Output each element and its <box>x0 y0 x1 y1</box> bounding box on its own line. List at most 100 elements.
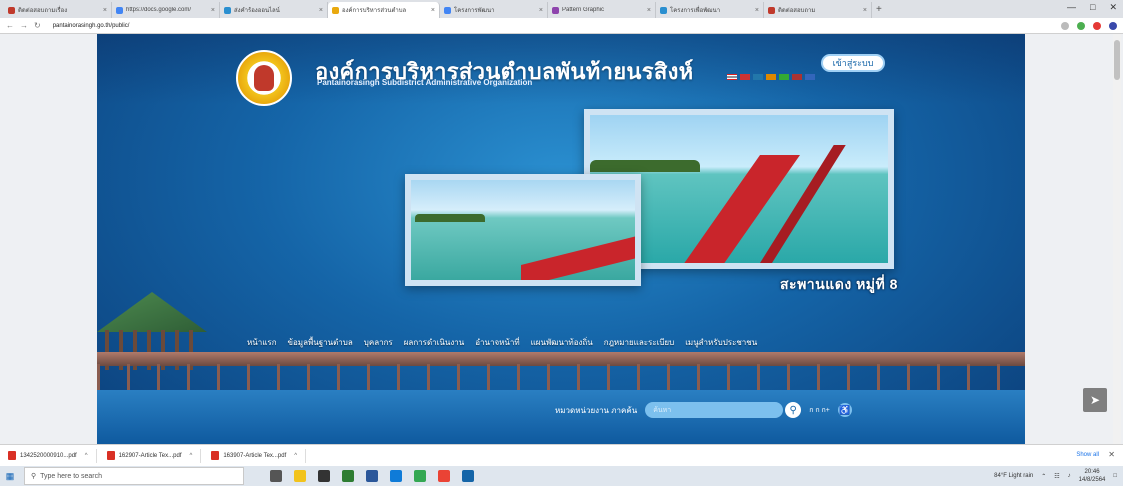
word-icon[interactable] <box>366 470 378 482</box>
download-menu-chevron-icon[interactable]: ^ <box>85 453 88 459</box>
browser-tab[interactable]: ส่งคำร้องออนไลน์ × <box>220 2 328 18</box>
browser-tab[interactable]: โครงการเพื่อพัฒนา × <box>656 2 764 18</box>
tab-close-icon[interactable]: × <box>431 7 435 14</box>
minimize-icon[interactable]: — <box>1067 2 1076 13</box>
pier-railing <box>97 364 1025 390</box>
windows-start-icon[interactable]: ▦ <box>2 466 18 486</box>
flag-icon[interactable] <box>753 74 763 80</box>
nav-item[interactable]: ข้อมูลพื้นฐานตำบล <box>288 336 353 349</box>
flag-icon[interactable] <box>805 74 815 80</box>
tab-close-icon[interactable]: × <box>863 7 867 14</box>
tab-close-icon[interactable]: × <box>103 7 107 14</box>
browser-tab[interactable]: องค์การบริหารส่วนตำบล × <box>328 2 440 18</box>
browser-tab[interactable]: ติดต่อสอบถามเรื่อง × <box>4 2 112 18</box>
font-size-controls[interactable]: ก ก ก+ <box>809 405 830 416</box>
search-label: หมวดหน่วยงาน ภาคค้น <box>555 405 638 415</box>
flag-icon[interactable] <box>740 74 750 80</box>
tab-favicon-icon <box>8 6 15 14</box>
tab-favicon-icon <box>332 6 339 14</box>
weather-status[interactable]: 84°F Light rain <box>994 473 1033 479</box>
nav-item[interactable]: กฎหมายและระเบียบ <box>604 336 674 349</box>
flag-icon[interactable] <box>792 74 802 80</box>
clock-date: 14/8/2564 <box>1078 477 1106 483</box>
language-flags <box>727 74 815 80</box>
browser-tab[interactable]: โครงการพัฒนา × <box>440 2 548 18</box>
close-icon[interactable]: ✕ <box>1109 2 1117 13</box>
url-field[interactable]: pantainorasingh.go.th/public/ <box>53 23 1055 29</box>
system-tray: 84°F Light rain ⌃ ☷ ♪ 20:46 14/8/2564 □ <box>994 468 1117 484</box>
org-seal-logo[interactable] <box>236 50 292 106</box>
tab-label: https://docs.google.com/ <box>126 7 192 13</box>
star-icon[interactable] <box>1061 21 1069 30</box>
photo-red-bridge-small <box>405 174 641 286</box>
edge-icon[interactable] <box>390 470 402 482</box>
app-icon[interactable] <box>462 470 474 482</box>
extension-icon[interactable] <box>1093 21 1101 30</box>
flag-th-icon[interactable] <box>727 74 737 80</box>
download-item[interactable]: 163907-Article Tex...pdf ^ <box>211 448 307 463</box>
tab-close-icon[interactable]: × <box>211 7 215 14</box>
scrollbar[interactable] <box>1113 34 1121 444</box>
download-menu-chevron-icon[interactable]: ^ <box>190 453 193 459</box>
org-name-english: Pantainorasingh Subdistrict Administrati… <box>317 78 533 87</box>
tab-close-icon[interactable]: × <box>647 7 651 14</box>
page-viewport: องค์การบริหารส่วนตำบลพันท้ายนรสิงห์ Pant… <box>0 34 1123 444</box>
pavilion-roof <box>97 292 207 332</box>
browser-tab[interactable]: https://docs.google.com/ × <box>112 2 220 18</box>
chrome-icon[interactable] <box>438 470 450 482</box>
main-nav: หน้าแรก ข้อมูลพื้นฐานตำบล บุคลากร ผลการดำเน… <box>247 336 757 349</box>
app-icon[interactable] <box>342 470 354 482</box>
extension-icons <box>1061 21 1117 30</box>
download-filename: 163907-Article Tex...pdf <box>223 452 287 459</box>
tab-favicon-icon <box>444 6 451 14</box>
nav-item[interactable]: ผลการดำเนินงาน <box>404 336 464 349</box>
search-input[interactable] <box>645 402 784 418</box>
back-icon[interactable]: ← <box>6 21 14 30</box>
photo-caption: สะพานแดง หมู่ที่ 8 <box>780 276 898 292</box>
task-view-icon[interactable] <box>270 470 282 482</box>
browser-tab[interactable]: ติดต่อสอบถาม × <box>764 2 872 18</box>
tab-label: ส่งคำร้องออนไลน์ <box>234 8 280 14</box>
accessibility-icon[interactable]: ♿ <box>837 403 852 417</box>
nav-item[interactable]: หน้าแรก <box>247 336 277 349</box>
search-icon[interactable]: ⚲ <box>785 402 802 418</box>
nav-item[interactable]: อำนาจหน้าที่ <box>475 336 519 349</box>
profile-avatar[interactable] <box>1109 21 1117 30</box>
nav-item[interactable]: แผนพัฒนาท้องถิ่น <box>531 336 593 349</box>
nav-item[interactable]: บุคลากร <box>364 336 393 349</box>
volume-icon[interactable]: ♪ <box>1068 473 1071 479</box>
reload-icon[interactable]: ↻ <box>34 21 41 30</box>
extension-icon[interactable] <box>1077 21 1085 30</box>
nav-item[interactable]: เมนูสำหรับประชาชน <box>685 336 757 349</box>
tab-label: ติดต่อสอบถาม <box>778 8 816 14</box>
share-icon[interactable]: ➤ <box>1083 388 1107 412</box>
download-item[interactable]: 1342520000910...pdf ^ <box>8 448 97 463</box>
chrome-icon[interactable] <box>414 470 426 482</box>
notifications-icon[interactable]: □ <box>1113 473 1117 479</box>
maximize-icon[interactable]: □ <box>1090 2 1095 13</box>
pdf-icon <box>106 451 115 460</box>
tab-close-icon[interactable]: × <box>319 7 323 14</box>
tab-close-icon[interactable]: × <box>755 7 759 14</box>
tray-chevron-icon[interactable]: ⌃ <box>1041 473 1046 480</box>
new-tab-button[interactable]: + <box>876 4 882 15</box>
tab-label: องค์การบริหารส่วนตำบล <box>342 8 407 14</box>
download-item[interactable]: 162907-Article Tex...pdf ^ <box>106 448 202 463</box>
file-explorer-icon[interactable] <box>294 470 306 482</box>
scrollbar-thumb[interactable] <box>1114 40 1120 80</box>
tab-label: โครงการพัฒนา <box>454 8 495 14</box>
login-button[interactable]: เข้าสู่ระบบ <box>821 54 885 72</box>
close-download-bar-icon[interactable]: ✕ <box>1108 450 1115 459</box>
network-icon[interactable]: ☷ <box>1054 473 1059 480</box>
store-icon[interactable] <box>318 470 330 482</box>
tab-close-icon[interactable]: × <box>539 7 543 14</box>
flag-icon[interactable] <box>766 74 776 80</box>
taskbar-search[interactable]: ⚲ Type here to search <box>24 467 244 485</box>
clock[interactable]: 20:46 14/8/2564 <box>1079 468 1106 484</box>
browser-tab[interactable]: Pattern Graphic × <box>548 2 656 18</box>
download-menu-chevron-icon[interactable]: ^ <box>294 453 297 459</box>
show-all-downloads-link[interactable]: Show all <box>1076 452 1099 458</box>
flag-icon[interactable] <box>779 74 789 80</box>
pdf-icon <box>211 451 220 460</box>
forward-icon[interactable]: → <box>20 21 28 30</box>
